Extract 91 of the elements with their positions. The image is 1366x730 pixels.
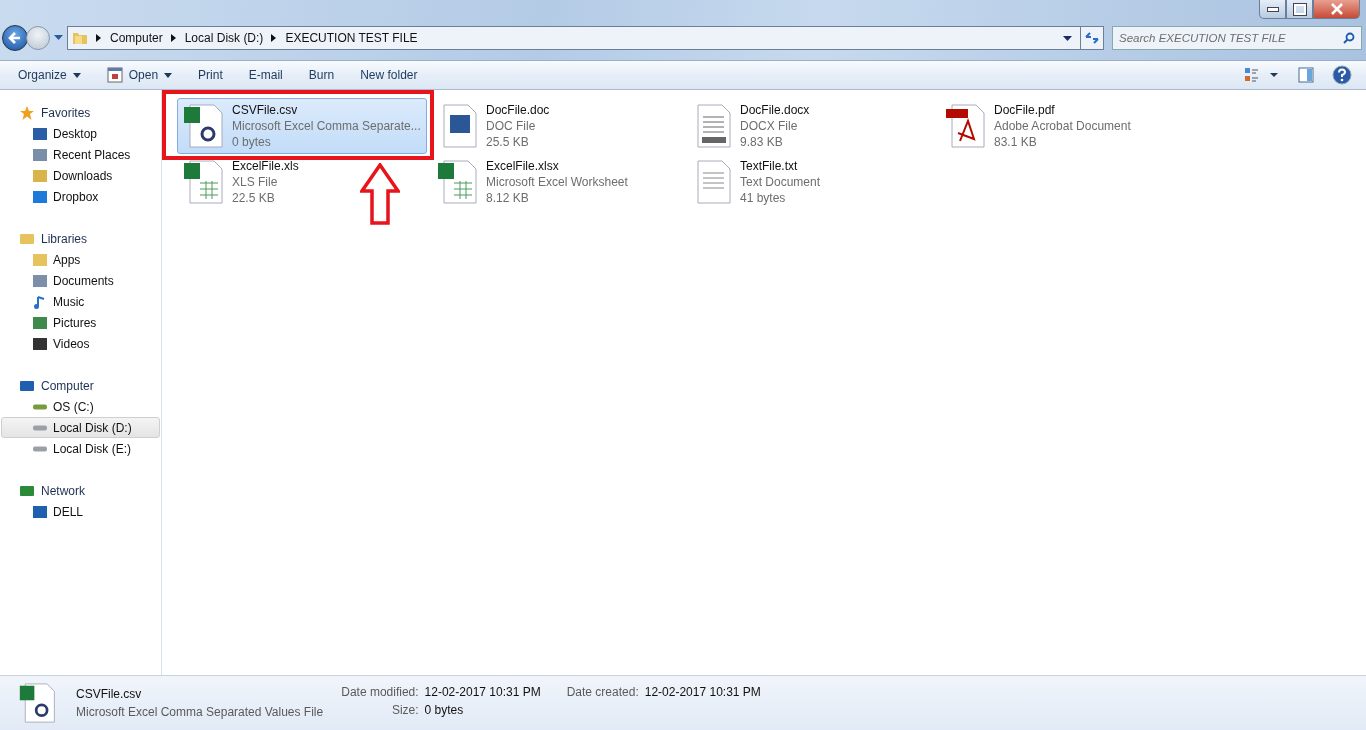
file-type: XLS File (232, 174, 279, 190)
file-name: CSVFile.csv (76, 686, 142, 703)
file-size: 25.5 KB (486, 134, 530, 150)
toolbar-button[interactable]: Open (98, 63, 181, 87)
file-type: DOC File (486, 118, 537, 134)
file-item[interactable]: CSVFile.csv Microsoft Excel Comma Separate... 0 bytes (177, 98, 427, 154)
sidebar-item[interactable]: Documents (1, 270, 160, 291)
sidebar-item[interactable]: Downloads (1, 165, 160, 186)
sidebar-item[interactable]: Music (1, 291, 160, 312)
chevron-icon[interactable] (271, 34, 278, 42)
sidebar-group[interactable]: Computer (0, 375, 161, 396)
file-item[interactable]: ExcelFile.xlsx Microsoft Excel Worksheet 8.12 KB (431, 154, 681, 210)
file-name: DocFile.docx (740, 102, 810, 118)
chevron-icon[interactable] (170, 34, 177, 42)
file-name: ExcelFile.xlsx (486, 158, 560, 174)
caret-icon (72, 72, 81, 78)
file-type: Text Document (740, 174, 821, 190)
file-size: 83.1 KB (994, 134, 1038, 150)
sidebar-item[interactable]: Local Disk (E:) (1, 438, 160, 459)
close-icon (1329, 3, 1344, 15)
sidebar-group[interactable]: Favorites (0, 102, 161, 123)
file-name: CSVFile.csv (232, 102, 299, 118)
document-icon (182, 103, 226, 149)
file-size: 8.12 KB (486, 190, 530, 206)
drive-icon (32, 424, 48, 431)
file-name: TextFile.txt (740, 158, 799, 174)
toolbar-button[interactable]: New folder (352, 64, 426, 86)
chevron-icon[interactable] (96, 34, 102, 42)
file-item[interactable]: DocFile.doc DOC File 25.5 KB (431, 98, 681, 154)
file-item[interactable]: DocFile.docx DOCX File 9.83 KB (685, 98, 935, 154)
property-value: 0 bytes (424, 703, 465, 719)
sidebar-item[interactable]: Local Disk (D:) (1, 417, 160, 438)
file-item[interactable]: DocFile.pdf Adobe Acrobat Document 83.1 KB (939, 98, 1189, 154)
refresh-icon (1084, 31, 1100, 45)
sidebar-group[interactable]: Libraries (0, 228, 161, 249)
sidebar-group[interactable]: Network (0, 480, 161, 501)
up-arrow-icon (360, 163, 400, 225)
document-icon (436, 159, 480, 205)
close-button[interactable] (1313, 0, 1360, 19)
toolbar-button[interactable]: Burn (300, 64, 343, 86)
property-label: Size: (390, 703, 419, 719)
file-size: 9.83 KB (740, 134, 784, 150)
file-type: Microsoft Excel Comma Separated Values File (76, 704, 324, 721)
breadcrumb[interactable]: Computer (110, 31, 163, 45)
property-label: Date created: (566, 685, 639, 701)
sidebar-item[interactable]: OS (C:) (1, 396, 160, 417)
restore-button[interactable] (1286, 0, 1313, 19)
sidebar-item[interactable]: Pictures (1, 312, 160, 333)
toolbar-button[interactable]: E-mail (240, 64, 291, 86)
file-size: 0 bytes (232, 134, 272, 150)
toolbar-button[interactable]: Organize (10, 64, 89, 86)
dropdown-icon[interactable] (1063, 35, 1072, 41)
drive-icon (32, 403, 48, 410)
search-icon[interactable] (1343, 32, 1355, 44)
sidebar-item[interactable]: Videos (1, 333, 160, 354)
file-type: DOCX File (740, 118, 799, 134)
file-type: Adobe Acrobat Document (994, 118, 1131, 134)
search-field[interactable]: Search EXECUTION TEST FILE (1112, 26, 1362, 50)
breadcrumb[interactable]: EXECUTION TEST FILE (285, 31, 418, 45)
pdf-file-icon (944, 103, 988, 149)
document-icon (182, 159, 226, 205)
file-size: 22.5 KB (232, 190, 276, 206)
back-arrow-icon (8, 31, 22, 45)
document-icon (18, 681, 58, 725)
caret-icon (164, 72, 173, 78)
file-item[interactable]: ExcelFile.xls XLS File 22.5 KB (177, 154, 427, 210)
minimize-button[interactable] (1259, 0, 1286, 19)
file-name: DocFile.doc (486, 102, 550, 118)
window-icon (106, 67, 123, 83)
file-size: 41 bytes (740, 190, 787, 206)
folder-icon (72, 30, 88, 46)
file-item[interactable]: TextFile.txt Text Document 41 bytes (685, 154, 935, 210)
file-type: Microsoft Excel Comma Separate... (232, 118, 421, 134)
file-name: ExcelFile.xls (232, 158, 299, 174)
sidebar-item[interactable]: Apps (1, 249, 160, 270)
file-name: DocFile.pdf (994, 102, 1056, 118)
drive-icon (32, 445, 48, 452)
sidebar-item[interactable]: Desktop (1, 123, 160, 144)
toolbar-button[interactable]: Print (190, 64, 231, 86)
property-value: 12-02-2017 10:31 PM (424, 685, 541, 701)
property-label: Date modified: (341, 685, 419, 701)
search-input[interactable]: Search EXECUTION TEST FILE (1119, 32, 1343, 44)
breadcrumb[interactable]: Local Disk (D:) (184, 31, 264, 45)
back-button[interactable] (2, 25, 28, 51)
sidebar-item[interactable]: DELL (1, 501, 160, 522)
address-bar[interactable]: Computer Local Disk (D:) EXECUTION TEST FILE (67, 26, 1081, 50)
sidebar-item[interactable]: Recent Places (1, 144, 160, 165)
property-value: 12-02-2017 10:31 PM (644, 685, 761, 701)
file-type: Microsoft Excel Worksheet (486, 174, 628, 190)
refresh-button[interactable] (1080, 26, 1104, 50)
sidebar-item[interactable]: Dropbox (1, 186, 160, 207)
